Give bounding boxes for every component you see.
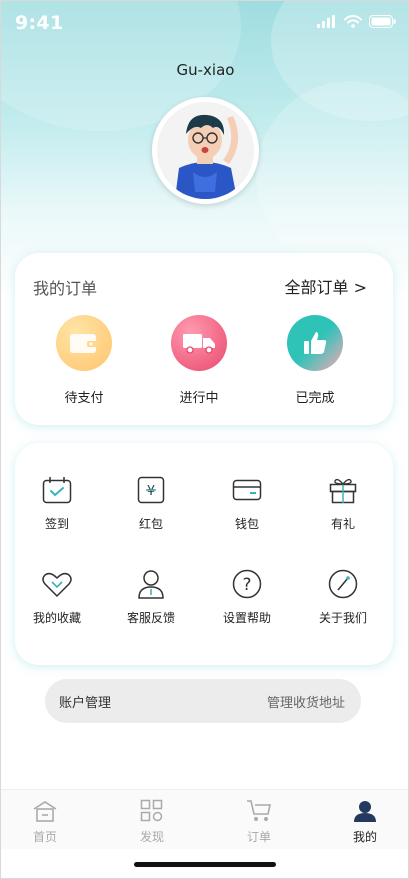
all-orders-link[interactable]: 全部订单 >: [284, 274, 367, 298]
wifi-icon: [344, 15, 362, 28]
tool-red-packet[interactable]: ¥ 红包: [111, 473, 191, 532]
tab-discover[interactable]: 发现: [112, 798, 192, 845]
avatar-illustration: [157, 102, 254, 199]
wallet-icon: [56, 315, 112, 371]
chevron-right-icon: >: [353, 278, 367, 297]
account-management-link[interactable]: 账户管理: [59, 692, 111, 711]
tool-label: 红包: [138, 517, 163, 531]
account-bar: 账户管理 管理收货地址: [45, 679, 361, 723]
tool-label: 我的收藏: [32, 611, 81, 625]
thumbs-up-icon: [287, 315, 343, 371]
avatar[interactable]: [152, 97, 259, 204]
all-orders-label: 全部订单: [284, 278, 349, 297]
compass-icon: [326, 567, 360, 601]
tab-bar: 首页 发现 订单 我的: [1, 789, 408, 849]
tab-label: 我的: [352, 830, 377, 844]
tab-home[interactable]: 首页: [5, 798, 85, 845]
tool-about[interactable]: 关于我们: [303, 567, 383, 626]
calendar-check-icon: [40, 473, 74, 507]
manage-address-link[interactable]: 管理收货地址: [267, 692, 345, 711]
tab-mine[interactable]: 我的: [325, 798, 405, 845]
tab-label: 订单: [246, 830, 271, 844]
tool-label: 签到: [44, 517, 69, 531]
tab-label: 发现: [139, 830, 164, 844]
home-indicator: [134, 862, 276, 867]
tool-label: 钱包: [234, 517, 259, 531]
discover-icon: [112, 798, 192, 824]
phone-screen: 9:41 Gu-xiao 我的订单 全部订单 > 待支付 进行中 已完成 签到 …: [0, 0, 409, 879]
tool-gift[interactable]: 有礼: [303, 473, 383, 532]
red-packet-icon: ¥: [134, 473, 168, 507]
order-label: 待支付: [64, 391, 104, 406]
question-icon: ?: [230, 567, 264, 601]
orders-card: 我的订单 全部订单 > 待支付 进行中 已完成: [15, 253, 393, 425]
cart-icon: [219, 798, 299, 824]
tool-label: 设置帮助: [222, 611, 271, 625]
tool-label: 有礼: [330, 517, 355, 531]
tool-feedback[interactable]: 客服反馈: [111, 567, 191, 626]
tools-card: 签到 ¥ 红包 钱包 有礼 我的收藏 客服反馈 ? 设置帮助 关于我们: [15, 443, 393, 665]
home-icon: [5, 798, 85, 824]
username: Gu-xiao: [176, 61, 235, 79]
tool-label: 关于我们: [318, 611, 367, 625]
background-bubble: [256, 81, 408, 271]
card-icon: [230, 473, 264, 507]
order-label: 已完成: [295, 391, 335, 406]
person-icon: [134, 567, 168, 601]
battery-icon: [369, 15, 396, 28]
tool-help[interactable]: ? 设置帮助: [207, 567, 287, 626]
user-icon: [325, 798, 405, 824]
order-pending[interactable]: 待支付: [39, 315, 129, 406]
status-time: 9:41: [15, 12, 64, 34]
tool-sign-in[interactable]: 签到: [17, 473, 97, 532]
svg-text:¥: ¥: [147, 484, 155, 499]
status-icons: [317, 15, 396, 28]
signal-icon: [317, 15, 335, 28]
heart-icon: [40, 567, 74, 601]
tool-label: 客服反馈: [126, 611, 175, 625]
tab-orders[interactable]: 订单: [219, 798, 299, 845]
order-completed[interactable]: 已完成: [270, 315, 360, 406]
tool-favorites[interactable]: 我的收藏: [17, 567, 97, 626]
gift-icon: [326, 473, 360, 507]
tab-label: 首页: [32, 830, 57, 844]
orders-title: 我的订单: [33, 279, 98, 298]
order-in-progress[interactable]: 进行中: [154, 315, 244, 406]
status-bar: 9:41: [1, 1, 408, 47]
truck-icon: [171, 315, 227, 371]
order-label: 进行中: [179, 391, 219, 406]
tool-wallet[interactable]: 钱包: [207, 473, 287, 532]
svg-text:?: ?: [242, 575, 251, 595]
